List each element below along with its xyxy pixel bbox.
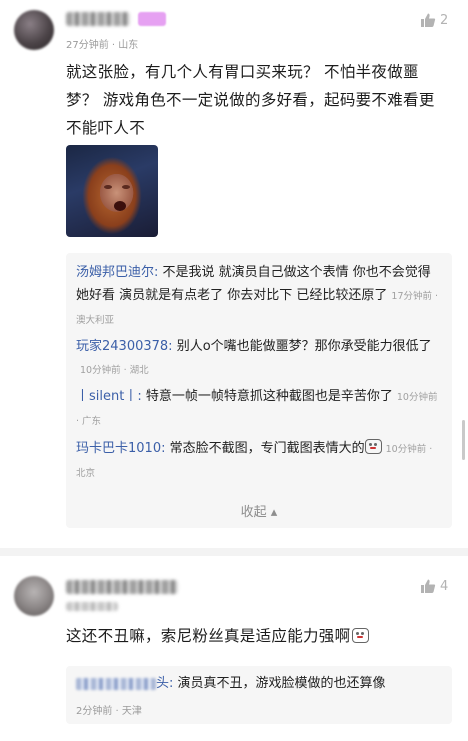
user-badge [138,12,166,26]
comment-image[interactable] [66,145,158,237]
reply-item[interactable]: 汤姆邦巴迪尔: 不是我说 就演员自己做这个表情 你也不会觉得她好看 演员就是有点… [76,261,442,332]
username[interactable] [66,12,130,26]
reply-text: 演员真不丑，游戏脸模做的也还算像 [177,676,386,691]
reply-text: 别人o个嘴也能做噩梦？那你承受能力很低了 [176,339,432,354]
reply-list: 汤姆邦巴迪尔: 不是我说 就演员自己做这个表情 你也不会觉得她好看 演员就是有点… [66,253,452,528]
reply-item[interactable]: 玩家24300378: 别人o个嘴也能做噩梦？那你承受能力很低了10分钟前 · … [76,335,442,382]
reply-author[interactable]: 丨silent丨 [76,389,137,404]
user-level [66,602,118,611]
reply-text: 特意一帧一帧特意抓这种截图也是辛苦你了 [145,389,393,404]
comment-card: 27分钟前 · 山东 2 就这张脸，有几个人有胃口买来玩？ 不怕半夜做噩梦？ 游… [0,0,468,545]
reply-list: 头: 演员真不丑，游戏脸模做的也还算像 2分钟前 · 天津 [66,666,452,724]
reply-author[interactable]: 汤姆邦巴迪尔 [76,265,154,280]
scrollbar[interactable] [462,420,465,460]
like-button[interactable]: 2 [420,12,448,28]
thumbs-up-icon [420,578,436,594]
laughing-emoji-icon [352,628,370,643]
reply-meta: 10分钟前 · 湖北 [80,365,149,376]
reply-item[interactable]: 头: 演员真不丑，游戏脸模做的也还算像 [76,672,442,695]
reply-item[interactable]: 丨silent丨: 特意一帧一帧特意抓这种截图也是辛苦你了 10分钟前 · 广东 [76,385,442,433]
section-divider [0,548,468,556]
avatar[interactable] [14,576,54,616]
like-count: 4 [440,578,449,594]
like-button[interactable]: 4 [420,578,448,594]
reply-author[interactable]: 玩家24300378 [76,339,168,354]
reply-author[interactable]: 头 [156,676,169,691]
avatar[interactable] [14,10,54,50]
username[interactable] [66,580,178,594]
laughing-emoji-icon [364,439,382,454]
thumbs-up-icon [420,12,436,28]
reply-meta: 2分钟前 · 天津 [76,706,142,717]
like-count: 2 [440,12,449,28]
reply-author-blurred[interactable] [76,677,156,690]
comment-text: 就这张脸，有几个人有胃口买来玩？ 不怕半夜做噩梦？ 游戏角色不一定说做的多好看，… [66,63,435,137]
comment-meta: 27分钟前 · 山东 [66,40,139,51]
reply-text: 常态脸不截图，专门截图表情大的 [169,441,365,456]
comment-card: 4 这还不丑嘛，索尼粉丝真是适应能力强啊 头: 演员真不丑，游戏脸模做的也还算像… [0,560,468,741]
comment-text: 这还不丑嘛，索尼粉丝真是适应能力强啊 [66,622,450,650]
reply-author[interactable]: 玛卡巴卡1010 [76,441,161,456]
collapse-replies-button[interactable]: 收起 ▴ [66,501,452,520]
reply-item[interactable]: 玛卡巴卡1010: 常态脸不截图，专门截图表情大的 10分钟前 · 北京 [76,437,442,485]
